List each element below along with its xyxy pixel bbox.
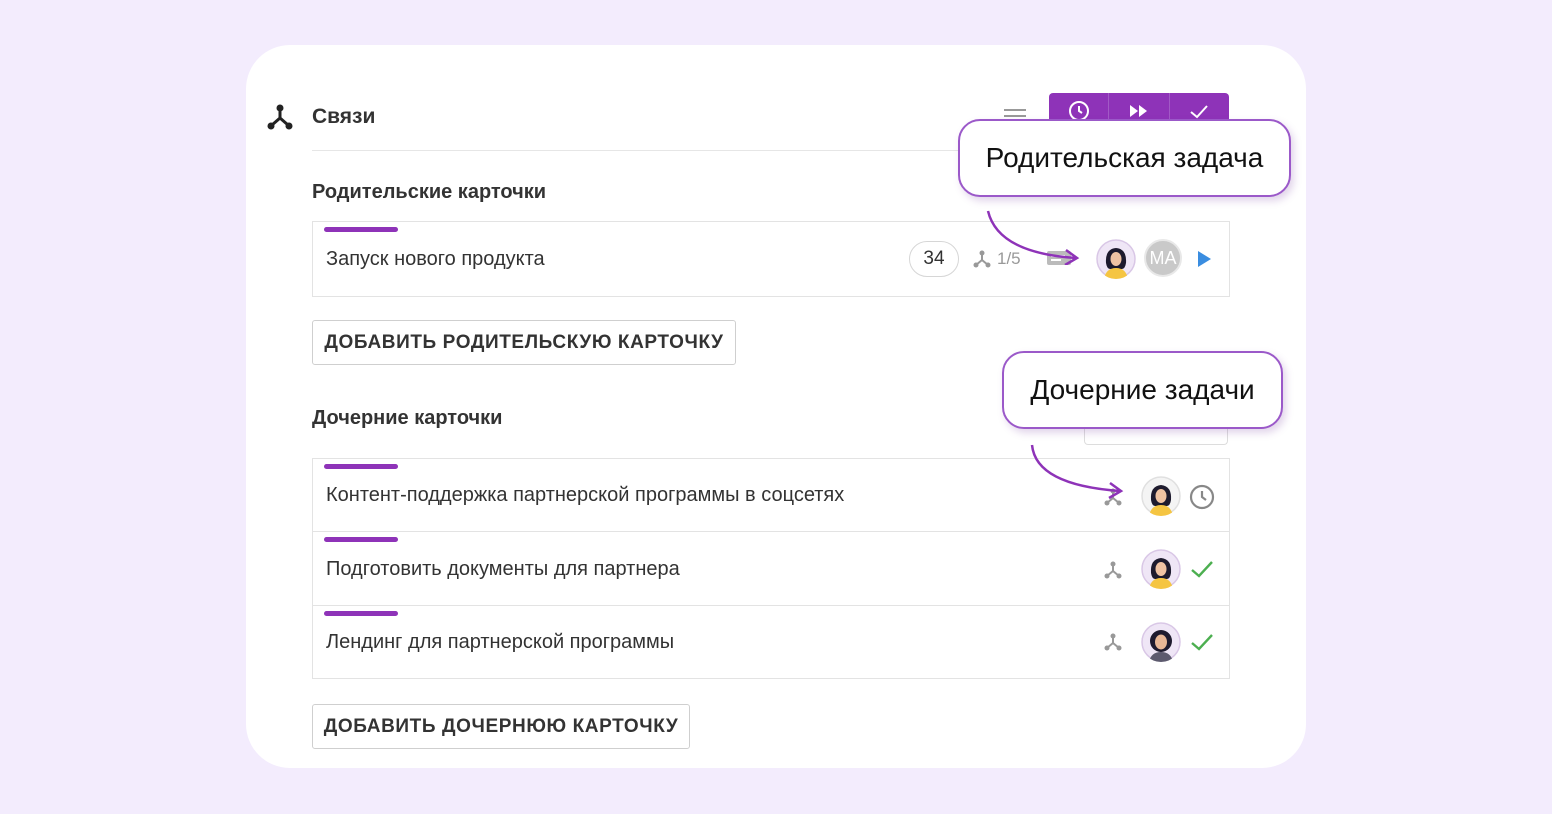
avatar[interactable] [1141, 476, 1181, 516]
card-title: Контент-поддержка партнерской программы … [326, 484, 845, 506]
section-title: Связи [312, 105, 376, 128]
card-color-bar [324, 537, 398, 542]
subtasks-icon [1104, 633, 1122, 651]
list-item[interactable]: Лендинг для партнерской программы [313, 606, 1229, 678]
card-color-bar [324, 464, 398, 469]
avatar-initials[interactable]: MA [1144, 239, 1182, 277]
card-title: Лендинг для партнерской программы [326, 631, 675, 653]
count-badge: 34 [909, 241, 959, 277]
child-tasks-callout: Дочерние задачи [1002, 351, 1283, 429]
card-color-bar [324, 227, 398, 232]
clock-icon[interactable] [1188, 483, 1216, 511]
parent-task-callout: Родительская задача [958, 119, 1291, 197]
card-color-bar [324, 611, 398, 616]
avatar[interactable] [1141, 622, 1181, 662]
child-cards-title: Дочерние карточки [312, 407, 503, 429]
add-parent-card-button[interactable]: ДОБАВИТЬ РОДИТЕЛЬСКУЮ КАРТОЧКУ [312, 320, 736, 365]
list-item[interactable]: Подготовить документы для партнера [313, 532, 1229, 606]
parent-callout-arrow [986, 210, 1080, 265]
relations-panel: Связи Родительские карточки Запуск новог… [246, 45, 1306, 768]
clock-icon [1068, 100, 1089, 121]
card-title: Запуск нового продукта [326, 248, 545, 270]
avatar[interactable] [1096, 239, 1136, 279]
subtasks-icon [1104, 561, 1122, 579]
avatar[interactable] [1141, 549, 1181, 589]
add-child-card-button[interactable]: ДОБАВИТЬ ДОЧЕРНЮЮ КАРТОЧКУ [312, 704, 690, 749]
check-icon [1190, 104, 1209, 118]
play-icon[interactable] [1196, 250, 1212, 268]
check-icon[interactable] [1189, 557, 1215, 581]
relations-icon [267, 104, 293, 130]
list-item[interactable]: Запуск нового продукта 34 1/5 MA [313, 222, 1229, 296]
parent-cards-list: Запуск нового продукта 34 1/5 MA [312, 221, 1230, 297]
check-icon[interactable] [1189, 630, 1215, 654]
parent-cards-title: Родительские карточки [312, 181, 547, 203]
fast-forward-icon [1129, 104, 1147, 117]
card-title: Подготовить документы для партнера [326, 558, 680, 580]
children-callout-arrow [1030, 444, 1124, 500]
